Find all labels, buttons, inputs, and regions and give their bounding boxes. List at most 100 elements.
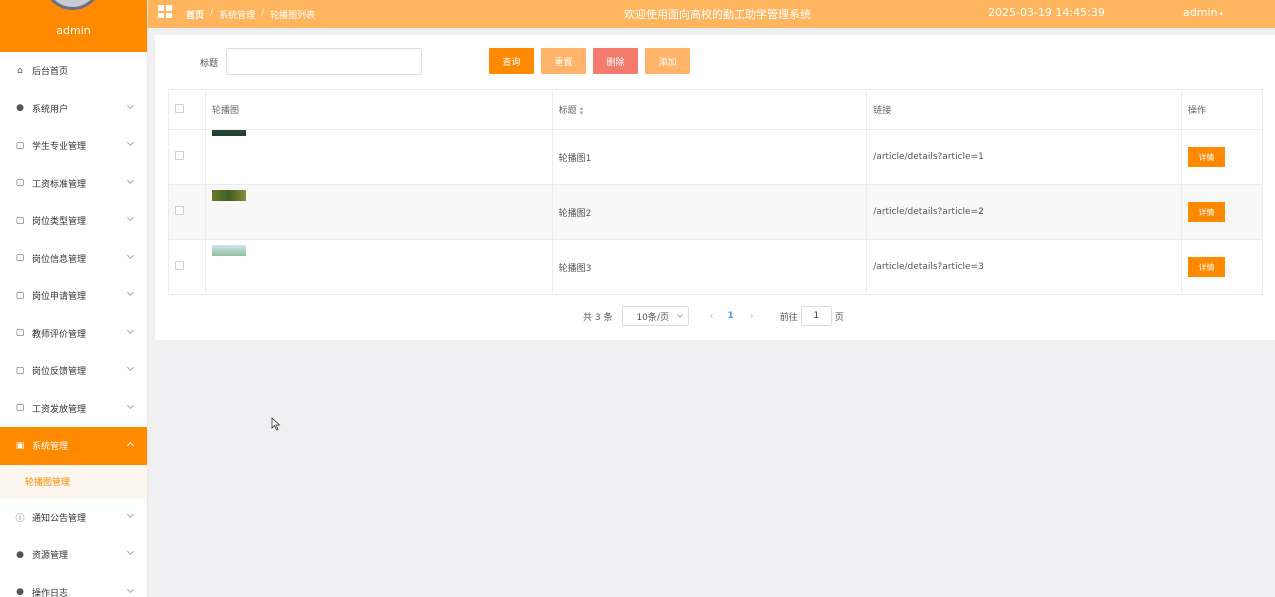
table-row: 轮播图2 /article/details?article=2 详情 bbox=[168, 184, 1264, 240]
chevron-down-icon bbox=[126, 288, 135, 297]
folder-icon: ▢ bbox=[15, 215, 25, 226]
table-row: 轮播图1 /article/details?article=1 详情 bbox=[168, 129, 1264, 185]
user-name: admin bbox=[1183, 6, 1218, 19]
chevron-down-icon bbox=[677, 312, 684, 318]
sidebar-item-label: 工资发放管理 bbox=[32, 404, 87, 415]
breadcrumb-separator: / bbox=[261, 8, 265, 18]
sidebar-item-label: 通知公告管理 bbox=[32, 513, 87, 524]
sidebar-item[interactable]: ▢ 岗位反馈管理 bbox=[0, 352, 147, 390]
detail-button[interactable]: 详情 bbox=[1187, 147, 1225, 167]
row-checkbox[interactable] bbox=[175, 151, 184, 160]
action-cell: 详情 bbox=[1180, 184, 1264, 240]
sidebar-item[interactable]: ⌂ 后台首页 bbox=[0, 52, 147, 90]
chevron-down-icon bbox=[126, 326, 135, 334]
header-title[interactable]: 标题 ▴ ▾ bbox=[551, 89, 868, 130]
banner-thumbnail[interactable] bbox=[211, 245, 246, 256]
user-dropdown[interactable]: admin ▾ bbox=[1183, 6, 1223, 19]
sidebar: admin ⌂ 后台首页 ● 系统用户 ▢ 学生专业管理 ▢ 工资标准管理 ▢ 岗位类型管理 ▢ 岗位… bbox=[0, 0, 148, 597]
topbar: 首页 / 系统管理 / 轮播图列表 欢迎使用面向高校的勤工助学管理系统 2025… bbox=[148, 0, 1275, 28]
header-link: 链接 bbox=[866, 89, 1182, 130]
image-icon: ▣ bbox=[15, 440, 25, 451]
sidebar-item[interactable]: ▢ 岗位申请管理 bbox=[0, 277, 147, 315]
chevron-down-icon bbox=[126, 176, 135, 184]
page-size-select[interactable]: 10条/页 bbox=[622, 306, 690, 326]
delete-button[interactable]: 删除 bbox=[593, 48, 638, 74]
sidebar-item-label: 系统用户 bbox=[32, 104, 69, 115]
sidebar-item[interactable]: ▢ 学生专业管理 bbox=[0, 127, 147, 165]
header-title-label: 标题 bbox=[558, 106, 577, 116]
header-action: 操作 bbox=[1180, 89, 1264, 130]
goto-page-input[interactable] bbox=[800, 306, 832, 326]
datetime: 2025-03-19 14:45:39 bbox=[988, 6, 1105, 19]
reset-button[interactable]: 重置 bbox=[541, 48, 586, 74]
folder-icon: ▢ bbox=[15, 403, 25, 414]
breadcrumb: 首页 / 系统管理 / 轮播图列表 bbox=[186, 8, 315, 21]
sidebar-item-label: 学生专业管理 bbox=[32, 142, 87, 153]
link-cell: /article/details?article=3 bbox=[866, 239, 1182, 295]
sidebar-item[interactable]: ⓘ 通知公告管理 bbox=[0, 499, 147, 537]
chevron-down-icon: ▾ bbox=[1219, 10, 1223, 18]
sidebar-item[interactable]: ▢ 岗位信息管理 bbox=[0, 240, 147, 278]
next-page-button[interactable]: › bbox=[750, 311, 754, 322]
row-select-cell bbox=[168, 239, 206, 295]
search-input[interactable] bbox=[226, 48, 422, 75]
select-all-cell bbox=[168, 89, 206, 130]
sidebar-item[interactable]: ▢ 教师评价管理 bbox=[0, 315, 147, 353]
title-cell: 轮播图3 bbox=[551, 239, 868, 295]
title-cell: 轮播图2 bbox=[551, 184, 868, 240]
total-count: 共 3 条 bbox=[583, 312, 613, 323]
current-page-number[interactable]: 1 bbox=[727, 311, 733, 321]
sidebar-item[interactable]: ● 系统用户 bbox=[0, 90, 147, 128]
chevron-down-icon bbox=[126, 401, 135, 409]
banner-thumbnail[interactable] bbox=[211, 190, 246, 201]
avatar[interactable] bbox=[45, 0, 100, 10]
grid-menu-icon[interactable] bbox=[158, 5, 172, 18]
header-image: 轮播图 bbox=[204, 89, 553, 130]
banner-thumbnail[interactable] bbox=[211, 130, 246, 136]
sidebar-item-label: 教师评价管理 bbox=[32, 329, 87, 340]
query-button[interactable]: 查询 bbox=[489, 48, 534, 74]
home-icon: ⌂ bbox=[17, 65, 23, 76]
sort-icon[interactable]: ▴ ▾ bbox=[580, 104, 584, 116]
mouse-cursor-icon bbox=[271, 417, 281, 431]
action-cell: 详情 bbox=[1180, 239, 1264, 295]
sidebar-item[interactable]: ● 操作日志 bbox=[0, 574, 147, 597]
sidebar-username: admin bbox=[56, 24, 91, 37]
action-cell: 详情 bbox=[1180, 129, 1264, 185]
sidebar-item-label: 岗位反馈管理 bbox=[32, 367, 87, 378]
location-icon: ● bbox=[16, 549, 24, 560]
sidebar-item-label: 岗位申请管理 bbox=[32, 292, 87, 303]
sidebar-item[interactable]: ▢ 岗位类型管理 bbox=[0, 202, 147, 240]
prev-page-button[interactable]: ‹ bbox=[709, 311, 713, 322]
row-checkbox[interactable] bbox=[175, 261, 184, 270]
sidebar-subitem-banner[interactable]: 轮播图管理 bbox=[0, 464, 147, 499]
sidebar-item-label: 系统管理 bbox=[32, 442, 69, 453]
detail-button[interactable]: 详情 bbox=[1187, 257, 1225, 277]
page-size-value: 10条/页 bbox=[636, 312, 669, 323]
chevron-down-icon bbox=[126, 101, 135, 109]
pagination: 共 3 条 10条/页 ‹ 1 › 前往 页 bbox=[583, 306, 844, 326]
chevron-down-icon bbox=[126, 138, 135, 147]
sidebar-item-label: 岗位信息管理 bbox=[32, 254, 87, 265]
info-icon: ⓘ bbox=[15, 513, 25, 524]
sidebar-item[interactable]: ▢ 工资标准管理 bbox=[0, 165, 147, 203]
sidebar-item[interactable]: ▣ 系统管理 bbox=[0, 427, 147, 465]
folder-icon: ▢ bbox=[15, 290, 25, 301]
sidebar-item[interactable]: ▢ 工资发放管理 bbox=[0, 390, 147, 428]
folder-icon: ▢ bbox=[15, 178, 25, 189]
detail-button[interactable]: 详情 bbox=[1187, 202, 1225, 222]
breadcrumb-home[interactable]: 首页 bbox=[186, 8, 204, 21]
folder-icon: ▢ bbox=[15, 253, 25, 264]
sidebar-item-label: 后台首页 bbox=[32, 67, 69, 78]
sidebar-item-label: 资源管理 bbox=[32, 551, 69, 562]
user-icon: ● bbox=[16, 587, 24, 597]
breadcrumb-system[interactable]: 系统管理 bbox=[219, 8, 255, 21]
add-button[interactable]: 添加 bbox=[645, 48, 690, 74]
breadcrumb-current: 轮播图列表 bbox=[270, 11, 316, 21]
folder-icon: ▢ bbox=[15, 328, 25, 339]
select-all-checkbox[interactable] bbox=[175, 103, 184, 113]
sidebar-header: admin bbox=[0, 0, 147, 52]
row-checkbox[interactable] bbox=[175, 206, 184, 215]
data-table: 轮播图 标题 ▴ ▾ 链接 操作 轮播图1 /article/details?art… bbox=[168, 89, 1264, 295]
sidebar-item[interactable]: ● 资源管理 bbox=[0, 536, 147, 574]
